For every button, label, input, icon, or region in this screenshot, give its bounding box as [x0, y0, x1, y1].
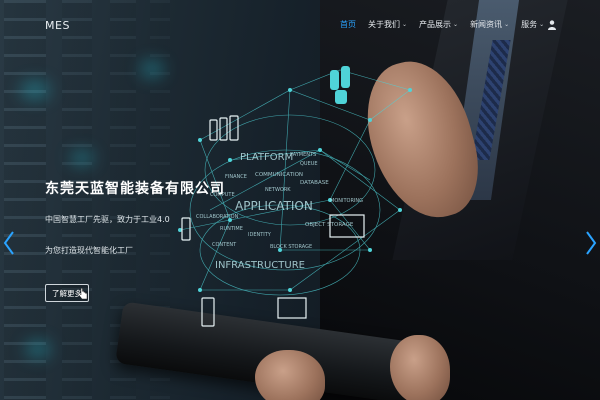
- database-icon: [330, 66, 350, 104]
- cloud-label: COLLABORATION: [196, 214, 239, 220]
- nav-item-about[interactable]: 关于我们 ⌄: [368, 19, 407, 30]
- server-light: [140, 60, 164, 78]
- nav-item-news[interactable]: 新闻资讯 ⌄: [470, 19, 509, 30]
- nav-item-home[interactable]: 首页: [340, 19, 356, 30]
- cloud-label: PLATFORM: [240, 152, 293, 163]
- cloud-label: BLOCK STORAGE: [270, 244, 312, 250]
- cloud-label: CONTENT: [212, 242, 237, 248]
- cloud-label: NETWORK: [265, 187, 291, 193]
- cloud-label: DATABASE: [300, 180, 329, 186]
- chevron-right-icon[interactable]: [584, 230, 598, 256]
- chevron-down-icon: ⌄: [453, 21, 459, 28]
- user-icon[interactable]: [548, 20, 556, 30]
- cloud-label: INFRASTRUCTURE: [215, 260, 305, 271]
- holding-hand: [390, 335, 450, 400]
- nav-item-label: 产品展示: [419, 20, 452, 29]
- hero-subtitle: 中国智慧工厂先驱，致力于工业4.0: [45, 215, 170, 224]
- cloud-label: QUEUE: [300, 161, 318, 167]
- cloud-label: COMMUNICATION: [255, 172, 303, 178]
- main-nav: 首页 关于我们 ⌄ 产品展示 ⌄ 新闻资讯 ⌄ 服务 ⌄: [340, 19, 556, 30]
- cloud-label: FINANCE: [225, 174, 247, 180]
- cloud-label: PAYMENTS: [290, 152, 316, 158]
- cloud-label: APPLICATION: [235, 199, 313, 213]
- hero-background: PLATFORM APPLICATION INFRASTRUCTURE COMM…: [0, 0, 600, 400]
- chevron-down-icon: ⌄: [539, 21, 545, 28]
- phone-icon: [209, 119, 218, 141]
- nav-item-label: 服务: [521, 20, 538, 29]
- chevron-down-icon: ⌄: [402, 21, 408, 28]
- phone-icon: [219, 117, 228, 141]
- server-rack: [62, 0, 92, 400]
- nav-item-label: 首页: [340, 20, 356, 29]
- cloud-label: IDENTITY: [248, 232, 272, 238]
- cloud-label: RUNTIME: [220, 226, 243, 232]
- server-light: [20, 80, 50, 100]
- site-logo[interactable]: MES: [45, 19, 70, 32]
- hero-subtitle: 为您打造现代智能化工厂: [45, 246, 133, 255]
- tablet-icon: [201, 297, 215, 327]
- site-header: MES 首页 关于我们 ⌄ 产品展示 ⌄ 新闻资讯 ⌄ 服务 ⌄: [0, 0, 600, 48]
- nav-item-services[interactable]: 服务 ⌄: [521, 19, 544, 30]
- hero-headline: 东莞天蓝智能装备有限公司: [45, 181, 225, 197]
- server-light: [25, 340, 51, 358]
- monitor-icon: [277, 297, 307, 319]
- chevron-left-icon[interactable]: [2, 230, 16, 256]
- server-light: [70, 150, 94, 166]
- hand-cursor-icon: [78, 288, 88, 300]
- cloud-label: MONITORING: [330, 198, 363, 204]
- chevron-down-icon: ⌄: [504, 21, 510, 28]
- nav-item-label: 关于我们: [368, 20, 400, 29]
- nav-item-products[interactable]: 产品展示 ⌄: [419, 19, 458, 30]
- nav-item-label: 新闻资讯: [470, 20, 503, 29]
